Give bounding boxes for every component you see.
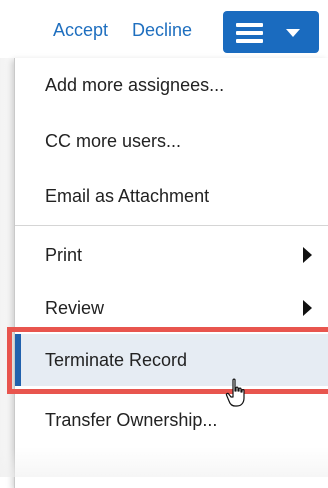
record-action-bar: Accept Decline xyxy=(0,0,328,58)
decline-link[interactable]: Decline xyxy=(132,20,192,41)
submenu-arrow-icon xyxy=(303,300,312,316)
menu-divider xyxy=(15,330,328,331)
actions-dropdown-menu: Add more assignees... CC more users... E… xyxy=(14,58,328,488)
menu-item-email-as-attachment[interactable]: Email as Attachment xyxy=(15,170,328,222)
menu-item-add-more-assignees[interactable]: Add more assignees... xyxy=(15,59,328,111)
menu-item-label: Terminate Record xyxy=(45,350,188,370)
menu-item-cc-more-users[interactable]: CC more users... xyxy=(15,115,328,167)
menu-item-label: Transfer Ownership... xyxy=(45,410,218,430)
caret-down-icon xyxy=(286,29,300,37)
menu-item-transfer-ownership[interactable]: Transfer Ownership... xyxy=(15,394,328,446)
hamburger-icon xyxy=(236,23,263,43)
menu-item-partially-visible[interactable] xyxy=(15,450,328,488)
hand-pointer-icon xyxy=(225,378,245,407)
menu-item-terminate-record[interactable]: Terminate Record xyxy=(15,334,328,386)
actions-menu-button[interactable] xyxy=(223,11,319,53)
menu-item-label: Print xyxy=(45,245,83,265)
menu-item-label: CC more users... xyxy=(45,131,182,151)
menu-item-review[interactable]: Review xyxy=(15,282,328,334)
menu-item-label: Email as Attachment xyxy=(45,186,210,206)
menu-item-label: Review xyxy=(45,298,105,318)
submenu-arrow-icon xyxy=(303,247,312,263)
menu-item-print[interactable]: Print xyxy=(15,229,328,281)
accept-link[interactable]: Accept xyxy=(53,20,108,41)
menu-item-label: Add more assignees... xyxy=(45,75,225,95)
menu-divider xyxy=(15,225,328,226)
